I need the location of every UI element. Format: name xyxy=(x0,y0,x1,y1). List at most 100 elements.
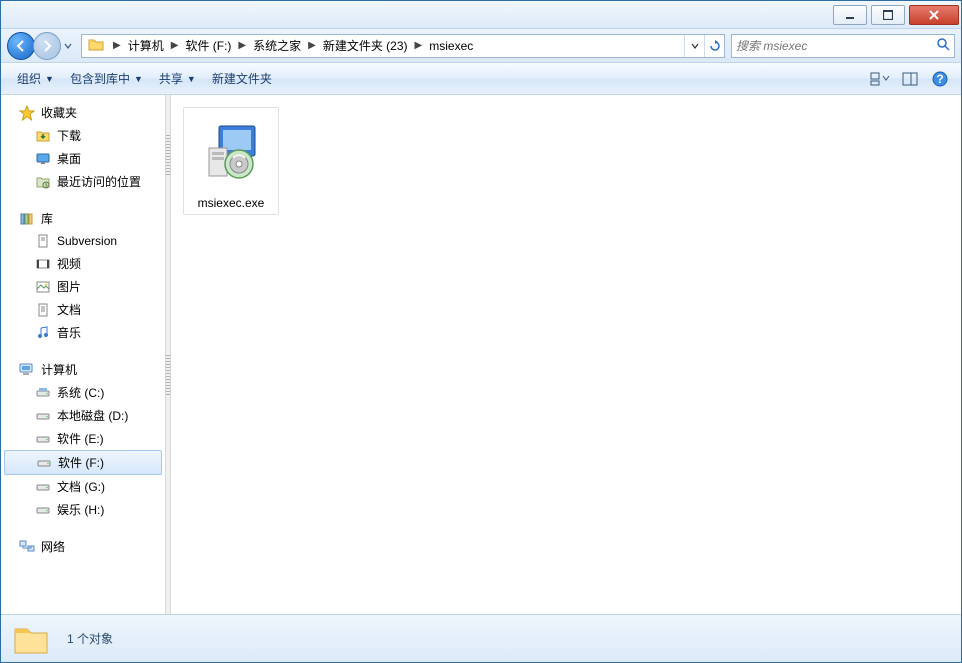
drive-icon xyxy=(35,479,51,495)
refresh-icon xyxy=(709,40,721,52)
group-label: 计算机 xyxy=(41,361,77,378)
back-arrow-icon xyxy=(14,39,28,53)
sidebar-item-drive-g[interactable]: 文档 (G:) xyxy=(1,475,165,498)
close-button[interactable] xyxy=(909,5,959,25)
document-icon xyxy=(35,233,51,249)
desktop-icon xyxy=(35,151,51,167)
navigation-pane[interactable]: 收藏夹 下载 桌面 最近访问的位置 库 Subversion 视频 图片 文档 … xyxy=(1,95,165,614)
item-label: 音乐 xyxy=(57,324,81,341)
preview-pane-button[interactable] xyxy=(897,68,923,90)
sidebar-item-desktop[interactable]: 桌面 xyxy=(1,147,165,170)
address-bar: ▶ 计算机 ▶ 软件 (F:) ▶ 系统之家 ▶ 新建文件夹 (23) ▶ ms… xyxy=(1,29,961,63)
organize-button[interactable]: 组织▼ xyxy=(9,68,62,89)
item-label: 最近访问的位置 xyxy=(57,173,141,190)
forward-arrow-icon xyxy=(40,39,54,53)
item-label: 视频 xyxy=(57,255,81,272)
breadcrumb-segment[interactable]: msiexec xyxy=(427,39,475,53)
network-header[interactable]: 网络 xyxy=(1,535,165,558)
item-label: 软件 (F:) xyxy=(58,454,104,471)
search-box[interactable] xyxy=(731,34,955,58)
breadcrumb-dropdown[interactable] xyxy=(684,35,704,57)
sidebar-item-drive-h[interactable]: 娱乐 (H:) xyxy=(1,498,165,521)
libraries-icon xyxy=(19,211,35,227)
svg-text:?: ? xyxy=(936,72,943,86)
favorites-header[interactable]: 收藏夹 xyxy=(1,101,165,124)
status-bar: 1 个对象 xyxy=(1,614,961,662)
body: 收藏夹 下载 桌面 最近访问的位置 库 Subversion 视频 图片 文档 … xyxy=(1,95,961,614)
sidebar-item-videos[interactable]: 视频 xyxy=(1,252,165,275)
toolbar-label: 包含到库中 xyxy=(70,70,130,87)
titlebar xyxy=(1,1,961,29)
nav-history-dropdown[interactable] xyxy=(61,33,75,59)
close-icon xyxy=(928,10,940,20)
music-icon xyxy=(35,325,51,341)
pictures-icon xyxy=(35,279,51,295)
toolbar-label: 共享 xyxy=(159,70,183,87)
search-icon[interactable] xyxy=(936,37,950,54)
breadcrumb-separator: ▶ xyxy=(233,40,251,51)
item-label: 文档 xyxy=(57,301,81,318)
sidebar-item-subversion[interactable]: Subversion xyxy=(1,230,165,252)
file-pane[interactable]: msiexec.exe xyxy=(171,95,961,614)
sidebar-item-drive-e[interactable]: 软件 (E:) xyxy=(1,427,165,450)
breadcrumb-segment[interactable]: 计算机 xyxy=(126,37,166,54)
sidebar-item-drive-c[interactable]: 系统 (C:) xyxy=(1,381,165,404)
group-label: 网络 xyxy=(41,538,65,555)
item-label: 娱乐 (H:) xyxy=(57,501,104,518)
view-icon xyxy=(870,72,890,86)
sidebar-item-pictures[interactable]: 图片 xyxy=(1,275,165,298)
sidebar-item-downloads[interactable]: 下载 xyxy=(1,124,165,147)
chevron-down-icon: ▼ xyxy=(45,74,54,84)
downloads-icon xyxy=(35,128,51,144)
drive-icon xyxy=(35,502,51,518)
grip-icon xyxy=(166,355,170,395)
group-label: 收藏夹 xyxy=(41,104,77,121)
sidebar-item-documents[interactable]: 文档 xyxy=(1,298,165,321)
search-input[interactable] xyxy=(736,39,936,53)
file-item[interactable]: msiexec.exe xyxy=(183,107,279,215)
chevron-down-icon xyxy=(691,42,699,50)
document-icon xyxy=(35,302,51,318)
sidebar-item-drive-d[interactable]: 本地磁盘 (D:) xyxy=(1,404,165,427)
item-label: 系统 (C:) xyxy=(57,384,104,401)
breadcrumb-segment[interactable]: 新建文件夹 (23) xyxy=(321,37,410,54)
sidebar-item-music[interactable]: 音乐 xyxy=(1,321,165,344)
nav-buttons xyxy=(7,32,75,60)
item-label: 软件 (E:) xyxy=(57,430,104,447)
maximize-icon xyxy=(883,10,893,20)
folder-icon xyxy=(11,619,51,659)
computer-group: 计算机 系统 (C:) 本地磁盘 (D:) 软件 (E:) 软件 (F:) 文档… xyxy=(1,358,165,521)
star-icon xyxy=(19,105,35,121)
grip-icon xyxy=(166,135,170,175)
sidebar-item-recent[interactable]: 最近访问的位置 xyxy=(1,170,165,193)
breadcrumb-segment[interactable]: 系统之家 xyxy=(251,37,303,54)
breadcrumb[interactable]: ▶ 计算机 ▶ 软件 (F:) ▶ 系统之家 ▶ 新建文件夹 (23) ▶ ms… xyxy=(81,34,725,58)
libraries-header[interactable]: 库 xyxy=(1,207,165,230)
recent-icon xyxy=(35,174,51,190)
back-button[interactable] xyxy=(7,32,35,60)
breadcrumb-segment[interactable]: 软件 (F:) xyxy=(183,37,233,54)
breadcrumb-separator: ▶ xyxy=(166,40,184,51)
include-in-library-button[interactable]: 包含到库中 ▼ xyxy=(62,68,151,89)
favorites-group: 收藏夹 下载 桌面 最近访问的位置 xyxy=(1,101,165,193)
refresh-button[interactable] xyxy=(704,35,724,57)
help-icon: ? xyxy=(932,71,948,87)
forward-button[interactable] xyxy=(33,32,61,60)
preview-pane-icon xyxy=(902,72,918,86)
chevron-down-icon: ▼ xyxy=(134,74,143,84)
sidebar-item-drive-f[interactable]: 软件 (F:) xyxy=(4,450,162,475)
view-options-button[interactable] xyxy=(867,68,893,90)
item-label: 下载 xyxy=(57,127,81,144)
libraries-group: 库 Subversion 视频 图片 文档 音乐 xyxy=(1,207,165,344)
share-button[interactable]: 共享▼ xyxy=(151,68,204,89)
group-label: 库 xyxy=(41,210,53,227)
video-icon xyxy=(35,256,51,272)
new-folder-button[interactable]: 新建文件夹 xyxy=(204,68,280,89)
computer-header[interactable]: 计算机 xyxy=(1,358,165,381)
drive-icon xyxy=(35,385,51,401)
item-label: 本地磁盘 (D:) xyxy=(57,407,128,424)
minimize-button[interactable] xyxy=(833,5,867,25)
minimize-icon xyxy=(845,10,855,20)
help-button[interactable]: ? xyxy=(927,68,953,90)
maximize-button[interactable] xyxy=(871,5,905,25)
